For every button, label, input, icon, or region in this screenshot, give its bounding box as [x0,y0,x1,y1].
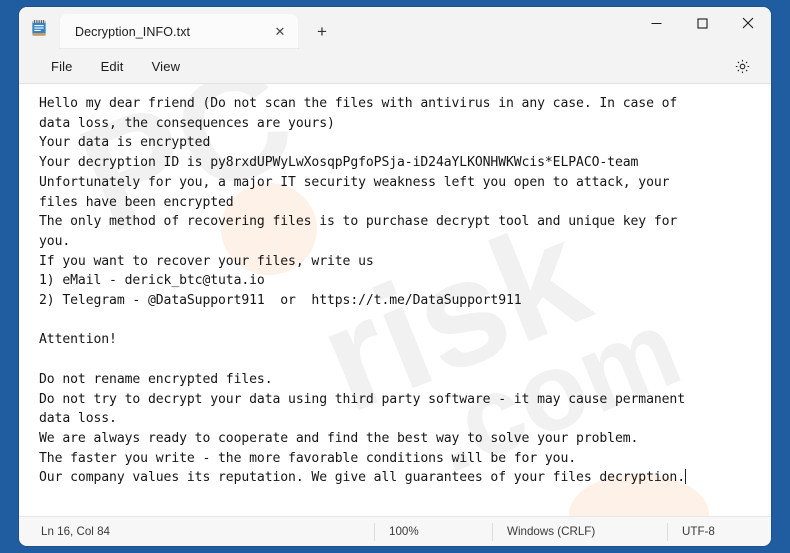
title-bar: Decryption_INFO.txt ✕ + [19,7,771,49]
notepad-icon [19,7,59,49]
text-caret [685,469,686,485]
close-icon[interactable]: ✕ [267,19,293,45]
tab-label: Decryption_INFO.txt [75,24,191,39]
menu-item-file[interactable]: File [37,54,87,79]
status-line-ending[interactable]: Windows (CRLF) [492,522,667,541]
menu-item-edit[interactable]: Edit [87,54,138,79]
status-cursor-position[interactable]: Ln 16, Col 84 [19,523,374,541]
notepad-window: Decryption_INFO.txt ✕ + File Edit View P… [19,7,771,546]
plus-icon[interactable]: + [305,14,339,48]
menu-bar: File Edit View [19,49,771,84]
minimize-icon[interactable] [633,7,679,39]
tab-decryption-info[interactable]: Decryption_INFO.txt ✕ [59,14,299,49]
editor-area[interactable]: PC risk .com Hello my dear friend (Do no… [19,84,771,516]
close-icon[interactable] [725,7,771,39]
text-content[interactable]: Hello my dear friend (Do not scan the fi… [19,84,771,516]
caption-button-group [633,7,771,39]
status-encoding[interactable]: UTF-8 [667,522,729,541]
note-body: Hello my dear friend (Do not scan the fi… [39,96,685,486]
desktop-background: Decryption_INFO.txt ✕ + File Edit View P… [0,0,790,553]
gear-icon[interactable] [725,52,759,80]
status-zoom-level[interactable]: 100% [374,522,492,541]
status-bar: Ln 16, Col 84 100% Windows (CRLF) UTF-8 [19,516,771,546]
menu-item-view[interactable]: View [138,54,195,79]
maximize-icon[interactable] [679,7,725,39]
tab-strip: Decryption_INFO.txt ✕ + [59,7,633,49]
